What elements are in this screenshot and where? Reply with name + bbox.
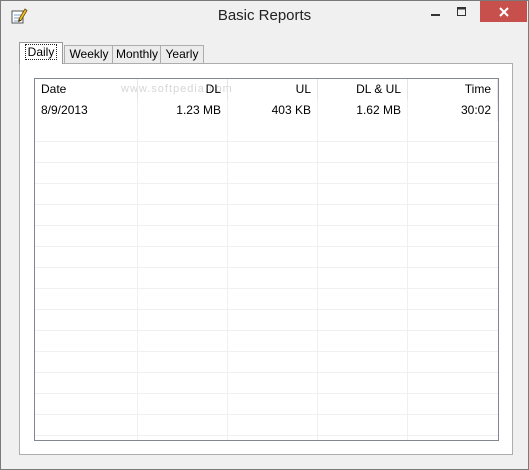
empty-row-gridlines — [35, 121, 498, 440]
cell-dl-ul: 1.62 MB — [318, 100, 408, 121]
maximize-icon — [457, 6, 466, 16]
column-header-dl[interactable]: DL — [138, 79, 228, 100]
column-gridline — [407, 100, 408, 440]
column-gridline — [317, 100, 318, 440]
table-row[interactable]: 8/9/2013 1.23 MB 403 KB 1.62 MB 30:02 — [35, 100, 498, 121]
column-header-row: Date DL UL DL & UL Time — [35, 79, 498, 100]
cell-time: 30:02 — [408, 100, 498, 121]
tab-weekly[interactable]: Weekly — [64, 45, 114, 63]
tab-monthly[interactable]: Monthly — [112, 45, 162, 63]
column-gridline — [227, 100, 228, 440]
column-header-time[interactable]: Time — [408, 79, 498, 100]
column-header-dl-ul[interactable]: DL & UL — [318, 79, 408, 100]
close-icon — [498, 6, 509, 17]
minimize-button[interactable] — [423, 1, 449, 22]
basic-reports-window: Basic Reports Daily Weekly Monthly Yearl… — [0, 0, 529, 470]
tab-panel-daily: www.softpedia.com Date DL UL DL & UL Tim… — [19, 63, 513, 455]
cell-date: 8/9/2013 — [35, 100, 138, 121]
cell-dl: 1.23 MB — [138, 100, 228, 121]
close-button[interactable] — [480, 1, 527, 22]
column-header-ul[interactable]: UL — [228, 79, 318, 100]
column-header-date[interactable]: Date — [35, 79, 138, 100]
column-gridline — [137, 100, 138, 440]
title-bar[interactable]: Basic Reports — [1, 1, 528, 31]
maximize-button[interactable] — [449, 1, 475, 22]
report-list[interactable]: www.softpedia.com Date DL UL DL & UL Tim… — [34, 78, 499, 441]
minimize-icon — [431, 13, 440, 16]
tab-daily-label: Daily — [24, 44, 58, 60]
tab-yearly[interactable]: Yearly — [160, 45, 204, 63]
tab-daily[interactable]: Daily — [19, 42, 63, 64]
cell-ul: 403 KB — [228, 100, 318, 121]
